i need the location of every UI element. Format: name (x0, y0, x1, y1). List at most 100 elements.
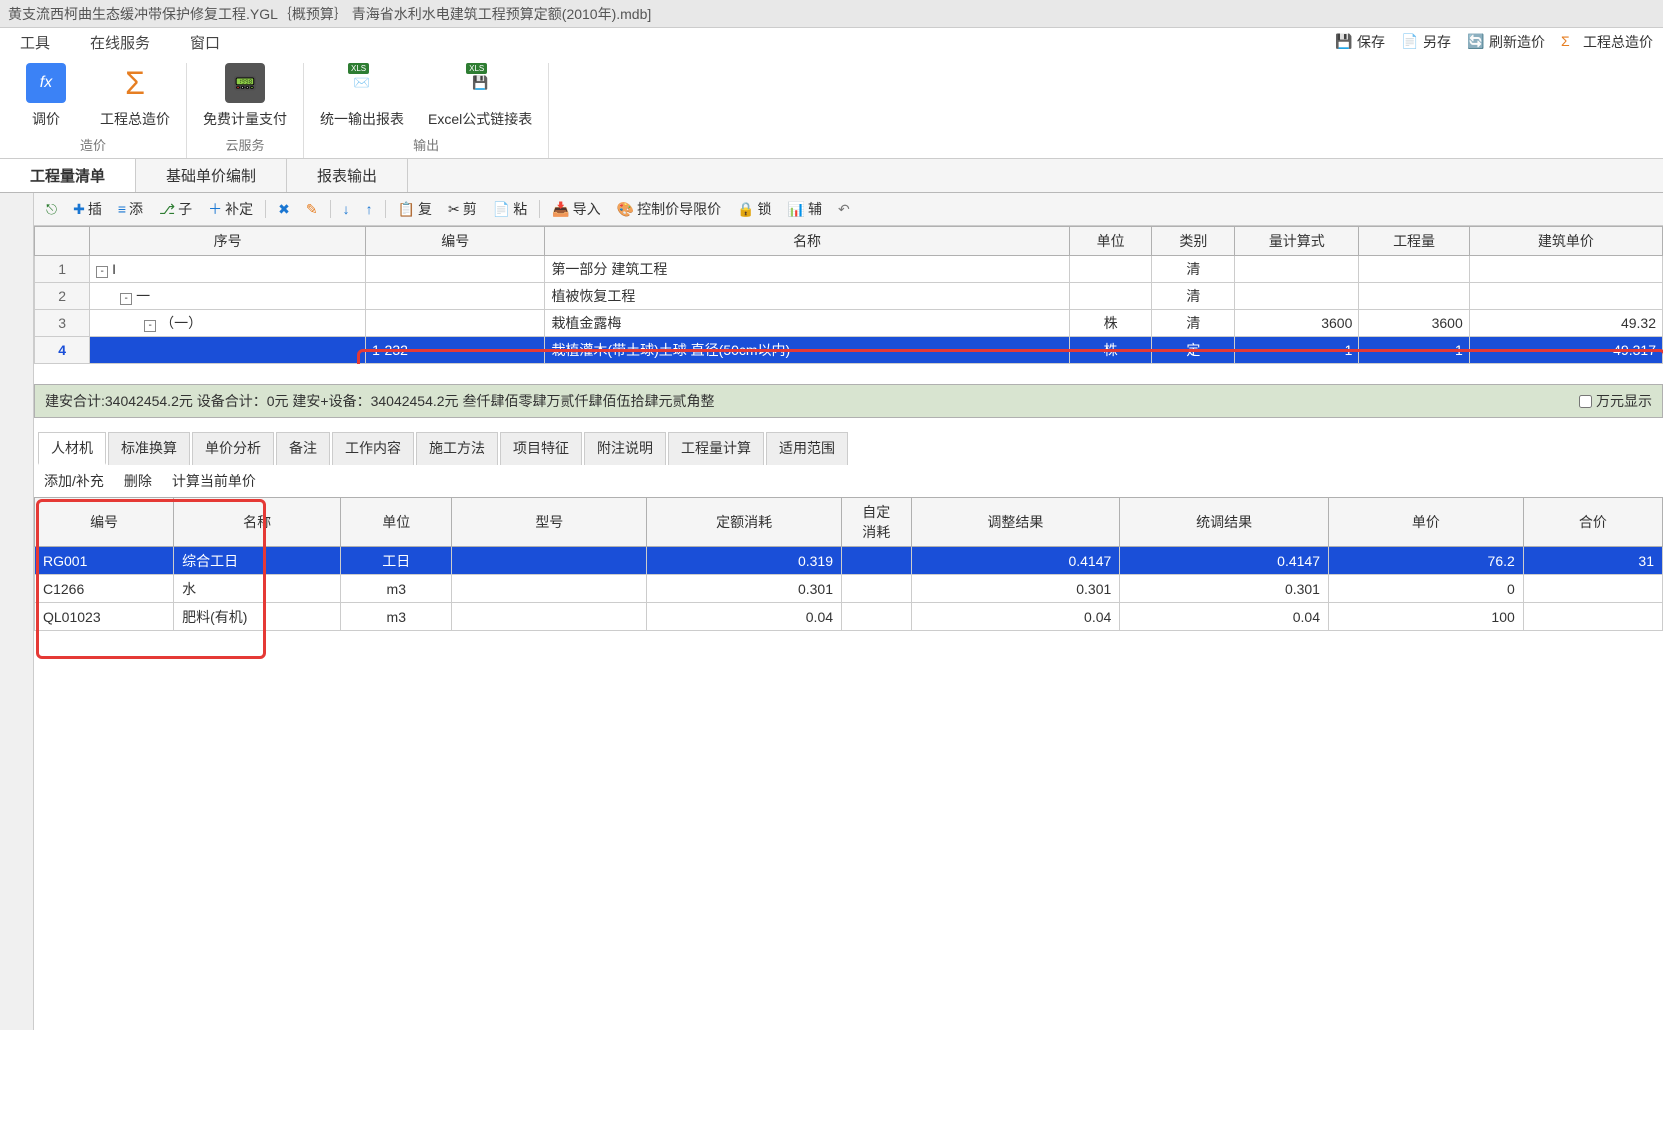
bottom-col-header[interactable]: 自定 消耗 (842, 498, 912, 547)
menu-online[interactable]: 在线服务 (90, 32, 150, 53)
summary-bar: 建安合计:34042454.2元 设备合计：0元 建安+设备：34042454.… (34, 384, 1663, 418)
upper-col-header[interactable]: 建筑单价 (1469, 227, 1662, 256)
bottom-col-header[interactable]: 统调结果 (1120, 498, 1329, 547)
table-row[interactable]: QL01023肥料(有机)m30.040.040.04100 (35, 603, 1663, 631)
btab-0[interactable]: 人材机 (38, 432, 106, 465)
bottom-col-header[interactable]: 定额消耗 (647, 498, 842, 547)
child-icon: ⎇ (159, 201, 175, 218)
tb-up-button[interactable]: ↑ (362, 199, 377, 219)
tb-copy-button[interactable]: 📋复 (394, 197, 436, 221)
table-row[interactable]: 2-一植被恢复工程清 (35, 283, 1663, 310)
table-row[interactable]: 3-（一）栽植金露梅株清3600360049.32 (35, 310, 1663, 337)
ribbon-total-button[interactable]: Σ 工程总造价 (100, 63, 170, 129)
tb-supp-button[interactable]: ＋补定 (204, 197, 257, 221)
tb-paste-button[interactable]: 📄粘 (489, 197, 531, 221)
ribbon-free-calc-button[interactable]: 📟 免费计量支付 (203, 63, 287, 129)
btab-4[interactable]: 工作内容 (332, 432, 414, 465)
btab-7[interactable]: 附注说明 (584, 432, 666, 465)
tb-aux-button[interactable]: 📊辅 (784, 197, 826, 221)
undo-icon: ↶ (838, 201, 850, 218)
upper-col-header[interactable] (35, 227, 90, 256)
x-icon: ✖ (278, 201, 290, 218)
btab-6[interactable]: 项目特征 (500, 432, 582, 465)
tab-base-price[interactable]: 基础单价编制 (136, 159, 287, 192)
bottom-col-header[interactable]: 单价 (1328, 498, 1523, 547)
upper-col-header[interactable]: 单位 (1069, 227, 1152, 256)
ribbon-report-button[interactable]: XLS✉️ 统一输出报表 (320, 63, 404, 129)
save-button[interactable]: 💾 保存 (1335, 32, 1385, 52)
tb-cut-button[interactable]: ✂剪 (444, 197, 481, 221)
wanyuan-checkbox[interactable]: 万元显示 (1579, 391, 1652, 411)
btm-add-button[interactable]: 添加/补充 (44, 471, 104, 491)
xls-link-icon: XLS💾 (460, 63, 500, 103)
paste-icon: 📄 (493, 201, 510, 218)
sigma-big-icon: Σ (115, 63, 155, 103)
ribbon-price-button[interactable]: fx 调价 (16, 63, 76, 129)
table-row[interactable]: RG001综合工日工日0.3190.41470.414776.231 (35, 547, 1663, 575)
tb-insert-button[interactable]: ✚插 (69, 197, 106, 221)
bottom-col-header[interactable]: 调整结果 (911, 498, 1120, 547)
upper-table[interactable]: 序号编号名称单位类别量计算式工程量建筑单价 1-I第一部分 建筑工程清2-一植被… (34, 226, 1663, 364)
btab-2[interactable]: 单价分析 (192, 432, 274, 465)
tb-lock-button[interactable]: 🔒锁 (733, 197, 775, 221)
fx-icon: fx (26, 63, 66, 103)
table-row[interactable]: 41-232栽植灌木(带土球)土球 直径(50cm以内)株定1149.317 (35, 337, 1663, 364)
tb-tree-button[interactable]: ⎋ (42, 199, 61, 220)
refresh-icon: 🔄 (1467, 33, 1485, 51)
down-icon: ↓ (343, 201, 350, 217)
upper-col-header[interactable]: 名称 (545, 227, 1069, 256)
table-row[interactable]: C1266水m30.3010.3010.3010 (35, 575, 1663, 603)
tb-delete-button[interactable]: ✖ (274, 199, 294, 220)
save-as-button[interactable]: 📄 另存 (1401, 32, 1451, 52)
btab-9[interactable]: 适用范围 (766, 432, 848, 465)
tree-collapse-icon[interactable]: - (120, 293, 132, 305)
btab-5[interactable]: 施工方法 (416, 432, 498, 465)
import-icon: 📥 (552, 201, 569, 218)
aux-icon: 📊 (788, 201, 805, 218)
upper-toolbar: ⎋ ✚插 ≡添 ⎇子 ＋补定 ✖ ✎ ↓ ↑ 📋复 ✂剪 📄粘 📥导入 🎨控制价… (34, 193, 1663, 226)
bottom-col-header[interactable]: 合价 (1523, 498, 1662, 547)
btm-calc-button[interactable]: 计算当前单价 (172, 471, 256, 491)
bottom-col-header[interactable]: 型号 (452, 498, 647, 547)
tree-collapse-icon[interactable]: - (96, 266, 108, 278)
upper-col-header[interactable]: 量计算式 (1235, 227, 1359, 256)
tb-edit-button[interactable]: ✎ (302, 199, 322, 220)
tb-add-button[interactable]: ≡添 (114, 197, 147, 221)
cut-icon: ✂ (448, 201, 460, 218)
calculator-icon: 📟 (225, 63, 265, 103)
upper-col-header[interactable]: 序号 (90, 227, 366, 256)
lock-icon: 🔒 (737, 201, 754, 218)
btm-del-button[interactable]: 删除 (124, 471, 152, 491)
tab-bill-of-qty[interactable]: 工程量清单 (0, 159, 136, 192)
btab-3[interactable]: 备注 (276, 432, 330, 465)
ribbon-excel-button[interactable]: XLS💾 Excel公式链接表 (428, 63, 532, 129)
bottom-col-header[interactable]: 单位 (341, 498, 452, 547)
table-row[interactable]: 1-I第一部分 建筑工程清 (35, 256, 1663, 283)
tab-report-output[interactable]: 报表输出 (287, 159, 408, 192)
upper-col-header[interactable]: 工程量 (1359, 227, 1469, 256)
menu-tool[interactable]: 工具 (20, 32, 50, 53)
tb-ctrl-price-button[interactable]: 🎨控制价导限价 (613, 197, 725, 221)
side-panel (0, 193, 34, 1030)
ribbon: fx 调价 Σ 工程总造价 造价 📟 免费计量支付 云服务 XLS✉️ 统一输出… (0, 57, 1663, 159)
upper-col-header[interactable]: 编号 (366, 227, 545, 256)
tb-down-button[interactable]: ↓ (339, 199, 354, 219)
bottom-table[interactable]: 编号名称单位型号定额消耗自定 消耗调整结果统调结果单价合价 RG001综合工日工… (34, 497, 1663, 631)
ribbon-group-label: 云服务 (203, 135, 287, 154)
menu-window[interactable]: 窗口 (190, 32, 220, 53)
tree-collapse-icon[interactable]: - (144, 320, 156, 332)
total-price-button[interactable]: Σ 工程总造价 (1561, 32, 1653, 52)
ribbon-group-label: 造价 (16, 135, 170, 154)
bottom-col-header[interactable]: 名称 (174, 498, 341, 547)
btab-8[interactable]: 工程量计算 (668, 432, 764, 465)
list-add-icon: ≡ (118, 201, 126, 217)
tb-undo-button[interactable]: ↶ (834, 199, 854, 220)
bottom-col-header[interactable]: 编号 (35, 498, 174, 547)
save-as-icon: 📄 (1401, 33, 1419, 51)
up-icon: ↑ (366, 201, 373, 217)
tb-import-button[interactable]: 📥导入 (548, 197, 604, 221)
upper-col-header[interactable]: 类别 (1152, 227, 1235, 256)
tb-child-button[interactable]: ⎇子 (155, 197, 196, 221)
btab-1[interactable]: 标准换算 (108, 432, 190, 465)
refresh-price-button[interactable]: 🔄 刷新造价 (1467, 32, 1545, 52)
